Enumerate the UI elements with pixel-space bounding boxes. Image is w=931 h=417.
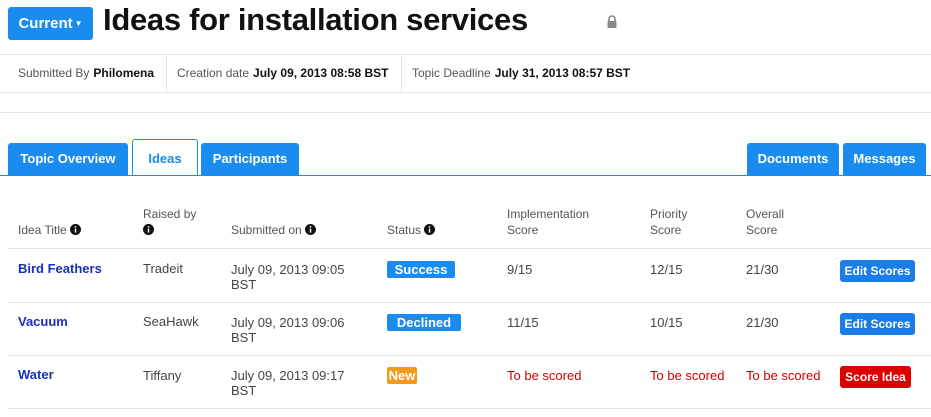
priority-score-cell: 10/15 [650,315,683,330]
idea-title-link[interactable]: Vacuum [18,314,68,329]
page-title: Ideas for installation services [103,2,528,37]
submitted-on-cell: July 09, 2013 09:05 BST [231,262,344,292]
column-header-raised-by: Raised by [143,206,196,235]
edit-scores-button[interactable]: Edit Scores [840,313,915,335]
overall-header-line1: Overall [746,207,785,221]
caret-down-icon: ▼ [74,19,83,28]
submitted-on-line2: BST [231,277,257,292]
implementation-score-cell: To be scored [507,368,582,383]
creation-date: Creation date July 09, 2013 08:58 BST [177,55,388,92]
status-header-label: Status [387,223,422,237]
raised-by-cell: Tiffany [143,368,182,383]
meta-divider [401,55,402,92]
info-icon[interactable] [143,224,154,235]
section-divider [0,112,931,113]
priority-score-cell: 12/15 [650,262,683,277]
column-header-overall-score: Overall Score [746,206,784,238]
score-idea-button[interactable]: Score Idea [840,366,911,388]
column-header-idea-title: Idea Title [18,222,81,238]
submitted-on-line1: July 09, 2013 09:06 [231,315,345,330]
info-icon[interactable] [69,224,81,235]
idea-title-header-label: Idea Title [18,223,67,237]
implementation-header-line1: Implementation [507,207,590,221]
column-header-priority-score: Priority Score [650,206,687,238]
row-divider [8,302,931,303]
topic-deadline: Topic Deadline July 31, 2013 08:57 BST [412,55,630,92]
submitted-by: Submitted By Philomena [18,55,154,92]
tab-ideas[interactable]: Ideas [132,139,198,176]
creation-date-value: July 09, 2013 08:58 BST [253,66,389,80]
idea-title-link[interactable]: Bird Feathers [18,261,102,276]
current-label: Current [18,15,73,32]
overall-score-cell: 21/30 [746,315,779,330]
priority-header-line1: Priority [650,207,688,221]
raised-by-cell: SeaHawk [143,314,199,329]
implementation-score-cell: 11/15 [507,315,539,330]
row-divider [8,408,931,409]
submitted-by-value: Philomena [93,66,155,80]
priority-header-line2: Score [650,223,682,237]
page-header: Current ▼ Ideas for installation services [0,0,931,52]
info-icon[interactable] [304,224,316,235]
submitted-on-line2: BST [231,330,257,345]
tab-messages[interactable]: Messages [843,143,926,175]
raised-by-cell: Tradeit [143,261,183,276]
info-icon[interactable] [424,224,436,235]
status-badge-success: Success [387,261,455,278]
priority-score-cell: To be scored [650,368,725,383]
implementation-header-line2: Score [507,223,539,237]
submitted-by-label: Submitted By [18,66,90,80]
raised-by-header-label: Raised by [143,207,197,221]
column-header-submitted-on: Submitted on [231,222,316,238]
status-badge-declined: Declined [387,314,461,331]
submitted-on-line1: July 09, 2013 09:05 [231,262,345,277]
submitted-on-line1: July 09, 2013 09:17 [231,368,345,383]
topic-deadline-label: Topic Deadline [412,66,491,80]
submitted-on-cell: July 09, 2013 09:17 BST [231,368,344,398]
topic-meta-bar: Submitted By Philomena Creation date July … [0,54,931,93]
meta-divider [166,55,167,92]
edit-scores-button[interactable]: Edit Scores [840,260,915,282]
implementation-score-cell: 9/15 [507,262,533,277]
overall-score-cell: To be scored [746,368,821,383]
submitted-on-line2: BST [231,383,257,398]
tab-documents[interactable]: Documents [747,143,839,175]
current-dropdown-button[interactable]: Current ▼ [8,7,93,40]
tab-participants[interactable]: Participants [201,143,299,175]
idea-title-link[interactable]: Water [18,367,54,382]
tab-topic-overview[interactable]: Topic Overview [8,143,128,175]
overall-score-cell: 21/30 [746,262,779,277]
topic-deadline-value: July 31, 2013 08:57 BST [494,66,631,80]
column-header-implementation-score: Implementation Score [507,206,589,238]
overall-header-line2: Score [746,223,778,237]
tabs-underline [0,175,931,176]
row-divider [8,355,931,356]
submitted-on-header-label: Submitted on [231,223,302,237]
lock-icon [607,15,617,28]
status-badge-new: New [387,367,417,384]
submitted-on-cell: July 09, 2013 09:06 BST [231,315,344,345]
column-header-status: Status [387,222,436,238]
row-divider [8,248,931,249]
creation-date-label: Creation date [177,66,250,80]
